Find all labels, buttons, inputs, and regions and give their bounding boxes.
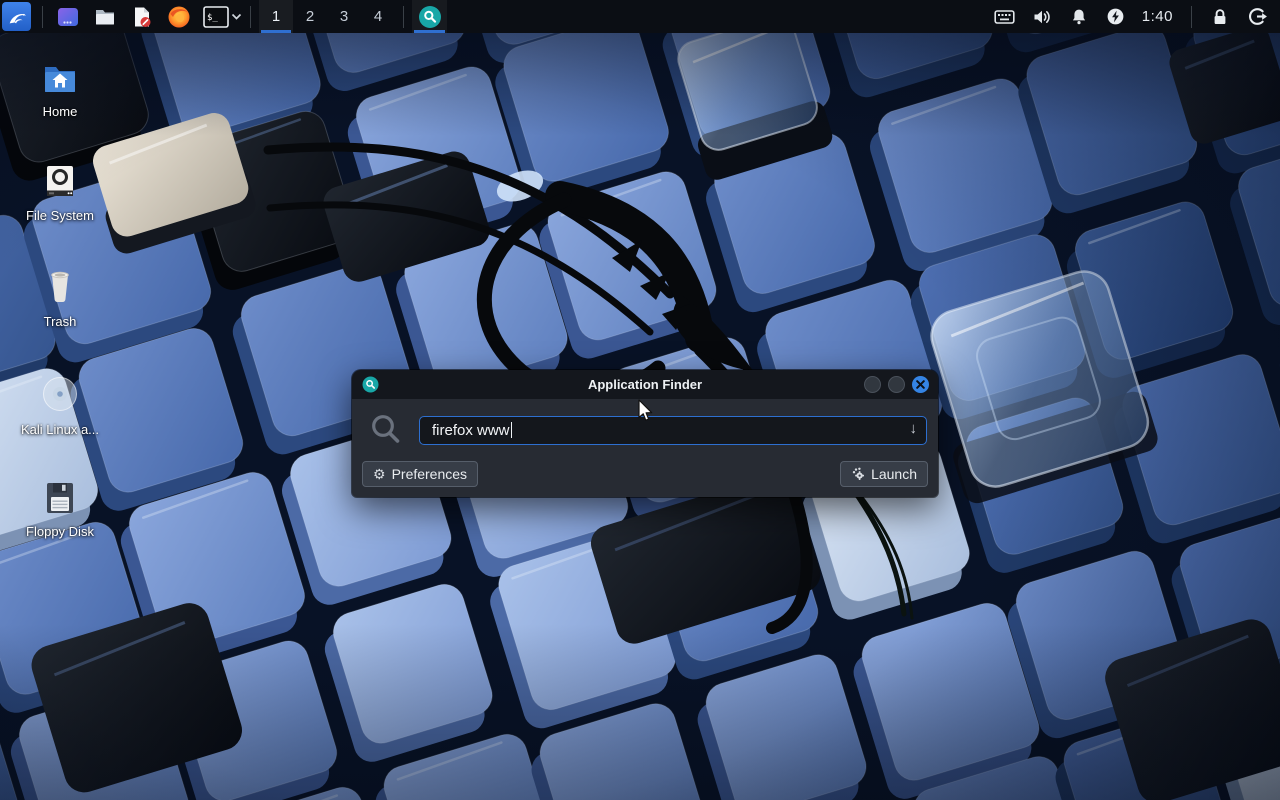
panel-separator	[42, 6, 43, 28]
firefox-icon	[167, 5, 191, 29]
file-manager-icon	[93, 5, 117, 29]
launch-button[interactable]: Launch	[840, 461, 928, 487]
taskbar-application-finder[interactable]	[412, 0, 447, 33]
workspace-1[interactable]: 1	[259, 0, 293, 33]
launcher-dashboard[interactable]	[55, 4, 81, 30]
launcher-firefox[interactable]	[166, 4, 192, 30]
panel-separator	[1191, 6, 1192, 28]
desktop-icon-floppy[interactable]: Floppy Disk	[12, 478, 108, 539]
cd-disc-icon	[38, 372, 82, 416]
quick-launchers: $_	[55, 4, 242, 30]
chevron-down-icon[interactable]	[231, 13, 242, 21]
desktop-icon-trash[interactable]: Trash	[12, 268, 108, 329]
window-title: Application Finder	[352, 377, 938, 392]
search-query-text: firefox www	[432, 422, 510, 439]
home-folder-icon	[40, 58, 80, 98]
launch-icon	[851, 467, 865, 481]
lock-screen-button[interactable]	[1210, 7, 1230, 27]
search-icon	[369, 413, 403, 447]
preferences-label: Preferences	[392, 466, 467, 482]
preferences-button[interactable]: ⚙ Preferences	[362, 461, 478, 487]
kali-logo-icon	[6, 6, 28, 28]
desktop-icon-kali-cd[interactable]: Kali Linux a...	[12, 372, 108, 437]
workspace-2[interactable]: 2	[293, 0, 327, 33]
svg-text:$_: $_	[207, 13, 218, 23]
launch-label: Launch	[871, 466, 917, 482]
desktop-icon-file-system[interactable]: File System	[12, 162, 108, 223]
search-input[interactable]: firefox www ↓	[419, 416, 927, 445]
dropdown-arrow-icon[interactable]: ↓	[910, 420, 918, 437]
power-manager[interactable]	[1106, 7, 1125, 26]
volume-control[interactable]	[1032, 7, 1052, 27]
trash-icon	[40, 268, 80, 308]
titlebar[interactable]: Application Finder	[352, 370, 938, 399]
panel-separator	[250, 6, 251, 28]
notifications[interactable]	[1069, 7, 1089, 27]
applications-menu-button[interactable]	[2, 2, 31, 31]
desktop-icon-label: File System	[26, 208, 94, 223]
text-caret	[511, 422, 512, 438]
close-icon	[916, 380, 925, 389]
logout-icon	[1247, 6, 1268, 27]
application-finder-window: Application Finder firefox www	[352, 370, 938, 497]
keyboard-indicator[interactable]	[994, 7, 1015, 27]
desktop-icon-label: Kali Linux a...	[21, 422, 99, 437]
kali-desktop: Home File System Trash	[0, 0, 1280, 800]
close-button[interactable]	[912, 376, 929, 393]
keyboard-icon	[994, 7, 1015, 27]
workspace-3[interactable]: 3	[327, 0, 361, 33]
dashboard-icon	[56, 5, 80, 29]
desktop-icon-label: Floppy Disk	[26, 524, 94, 539]
desktop-icon-home[interactable]: Home	[12, 58, 108, 119]
gear-icon: ⚙	[373, 467, 386, 481]
logout-button[interactable]	[1247, 6, 1268, 27]
launcher-text-editor[interactable]	[129, 4, 155, 30]
application-finder-task-icon	[418, 5, 442, 29]
maximize-button[interactable]	[888, 376, 905, 393]
system-tray: 1:40	[994, 6, 1280, 28]
desktop-icon-label: Trash	[44, 314, 77, 329]
active-task-underline	[414, 30, 445, 33]
battery-power-icon	[1106, 7, 1125, 26]
file-system-drive-icon	[40, 162, 80, 202]
workspace-4[interactable]: 4	[361, 0, 395, 33]
text-editor-icon	[130, 5, 154, 29]
clock[interactable]: 1:40	[1142, 8, 1173, 25]
top-panel: $_ 1 2 3 4	[0, 0, 1280, 33]
bell-icon	[1069, 7, 1089, 27]
panel-separator	[403, 6, 404, 28]
lock-icon	[1210, 7, 1230, 27]
terminal-icon: $_	[203, 6, 229, 28]
desktop-icon-label: Home	[43, 104, 78, 119]
launcher-file-manager[interactable]	[92, 4, 118, 30]
workspace-switcher: 1 2 3 4	[259, 0, 395, 33]
launcher-terminal[interactable]: $_	[203, 6, 242, 28]
speaker-icon	[1032, 7, 1052, 27]
active-workspace-underline	[261, 30, 291, 33]
minimize-button[interactable]	[864, 376, 881, 393]
floppy-disk-icon	[40, 478, 80, 518]
